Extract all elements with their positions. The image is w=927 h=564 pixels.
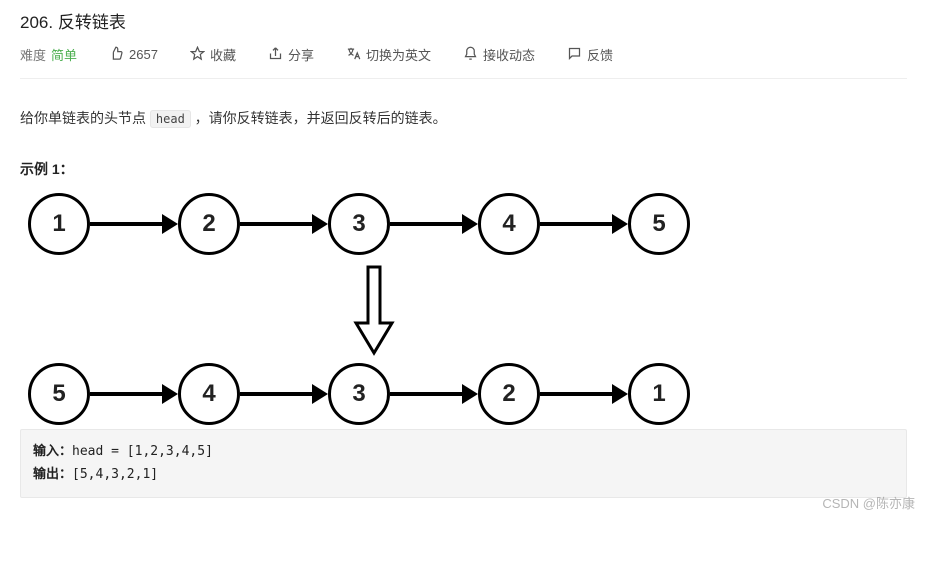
favorite-button[interactable]: 收藏 (190, 45, 236, 64)
arrow-right-icon (240, 384, 328, 404)
arrow-right-icon (540, 214, 628, 234)
notify-button[interactable]: 接收动态 (463, 45, 535, 64)
share-icon (268, 46, 283, 64)
share-label: 分享 (288, 45, 314, 64)
problem-name: 反转链表 (58, 13, 126, 32)
difficulty: 难度 简单 (20, 45, 77, 64)
meta-bar: 难度 简单 2657 收藏 分享 切换为英文 接收动态 反馈 (20, 45, 907, 79)
arrow-right-icon (390, 384, 478, 404)
problem-number: 206. (20, 13, 53, 32)
desc-code: head (150, 110, 191, 128)
arrow-down-icon (20, 265, 907, 357)
thumb-up-icon (109, 46, 124, 64)
problem-title: 206. 反转链表 (20, 0, 907, 45)
node: 3 (328, 193, 390, 255)
desc-pre: 给你单链表的头节点 (20, 110, 150, 126)
switch-lang-label: 切换为英文 (366, 45, 431, 64)
input-value: head = [1,2,3,4,5] (72, 444, 213, 459)
likes-count: 2657 (129, 47, 158, 62)
example-heading: 示例 1： (20, 159, 907, 179)
output-label: 输出： (33, 466, 72, 481)
arrow-right-icon (90, 214, 178, 234)
arrow-right-icon (240, 214, 328, 234)
arrow-right-icon (90, 384, 178, 404)
node: 5 (628, 193, 690, 255)
problem-description: 给你单链表的头节点 head ，请你反转链表，并返回反转后的链表。 (20, 107, 907, 129)
list-after: 5 4 3 2 1 (20, 363, 907, 425)
chat-icon (567, 46, 582, 64)
difficulty-label: 难度 (20, 45, 46, 64)
arrow-right-icon (390, 214, 478, 234)
switch-lang-button[interactable]: 切换为英文 (346, 45, 431, 64)
difficulty-value: 简单 (51, 45, 77, 64)
node: 4 (478, 193, 540, 255)
feedback-label: 反馈 (587, 45, 613, 64)
node: 4 (178, 363, 240, 425)
desc-post: ，请你反转链表，并返回反转后的链表。 (191, 110, 447, 126)
share-button[interactable]: 分享 (268, 45, 314, 64)
example-io: 输入：head = [1,2,3,4,5] 输出：[5,4,3,2,1] (20, 429, 907, 497)
input-label: 输入： (33, 443, 72, 458)
list-before: 1 2 3 4 5 (20, 193, 907, 255)
node: 1 (28, 193, 90, 255)
notify-label: 接收动态 (483, 45, 535, 64)
node: 2 (478, 363, 540, 425)
node: 5 (28, 363, 90, 425)
favorite-label: 收藏 (210, 45, 236, 64)
translate-icon (346, 46, 361, 64)
feedback-button[interactable]: 反馈 (567, 45, 613, 64)
node: 3 (328, 363, 390, 425)
star-icon (190, 46, 205, 64)
node: 2 (178, 193, 240, 255)
example-diagram: 1 2 3 4 5 5 4 3 2 1 输入：head = [1,2,3,4,5… (20, 193, 907, 497)
bell-icon (463, 46, 478, 64)
output-value: [5,4,3,2,1] (72, 467, 158, 482)
arrow-right-icon (540, 384, 628, 404)
likes-button[interactable]: 2657 (109, 46, 158, 64)
node: 1 (628, 363, 690, 425)
